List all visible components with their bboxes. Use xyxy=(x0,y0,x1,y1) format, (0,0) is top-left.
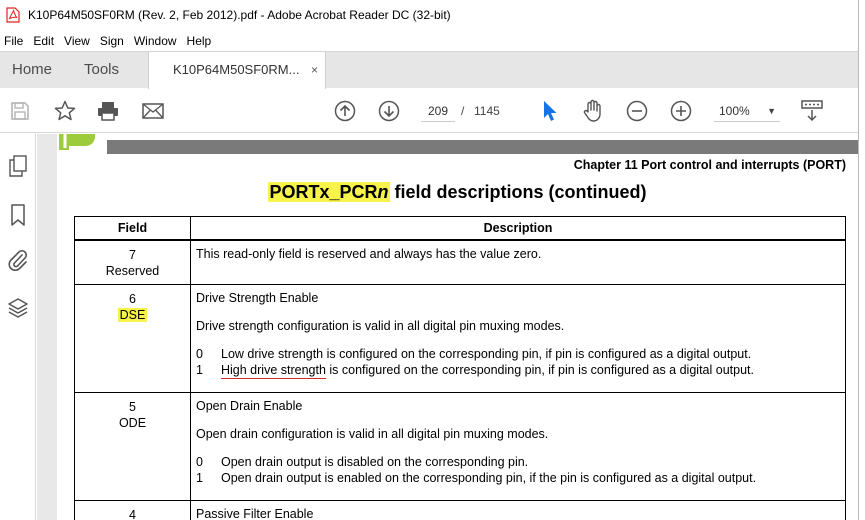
value-line: 0 Low drive strength is configured on th… xyxy=(196,347,752,361)
document-viewer[interactable]: Chapter 11 Port control and interrupts (… xyxy=(37,134,858,520)
tab-document-label: K10P64M50SF0RM... xyxy=(173,62,300,77)
value-line: 1 High drive strength is configured on t… xyxy=(196,363,754,379)
print-icon[interactable] xyxy=(94,97,122,125)
value-line: 0 Open drain output is disabled on the c… xyxy=(196,455,529,469)
attachments-icon[interactable] xyxy=(6,248,30,272)
email-icon[interactable] xyxy=(139,97,167,125)
menu-sign[interactable]: Sign xyxy=(96,34,130,48)
description-cell: Drive Strength Enable Drive strength con… xyxy=(190,284,846,393)
description-cell: Passive Filter Enable xyxy=(190,500,846,520)
menu-help[interactable]: Help xyxy=(183,34,218,48)
tab-document[interactable]: K10P64M50SF0RM... × xyxy=(148,52,326,90)
window-edge xyxy=(858,0,865,520)
read-mode-icon[interactable] xyxy=(798,97,826,125)
field-cell: 7 Reserved xyxy=(74,239,191,285)
previous-page-icon[interactable] xyxy=(331,97,359,125)
menu-window[interactable]: Window xyxy=(130,34,183,48)
title-bar: K10P64M50SF0RM (Rev. 2, Feb 2012).pdf - … xyxy=(0,0,858,30)
value-line: 1 Open drain output is enabled on the co… xyxy=(196,471,757,485)
chevron-down-icon: ▼ xyxy=(767,106,776,116)
tab-bar: Home Tools K10P64M50SF0RM... × xyxy=(0,51,858,90)
table-header-row: Field Description xyxy=(74,216,846,241)
description-cell: Open Drain Enable Open drain configurati… xyxy=(190,392,846,501)
menu-file[interactable]: File xyxy=(0,34,29,48)
window-title: K10P64M50SF0RM (Rev. 2, Feb 2012).pdf - … xyxy=(28,8,451,22)
header-rule xyxy=(107,140,858,154)
table-row: 6 DSE Drive Strength Enable Drive streng… xyxy=(74,284,846,393)
page-separator: / xyxy=(461,104,465,118)
table-title: PORTx_PCRn field descriptions (continued… xyxy=(268,182,647,202)
select-cursor-icon[interactable] xyxy=(536,97,564,125)
page-number-input[interactable]: 209 xyxy=(421,100,455,122)
table-row: 4 Passive Filter Enable xyxy=(74,500,846,520)
pdf-file-icon xyxy=(6,7,20,23)
page-total: 1145 xyxy=(474,104,500,118)
hand-tool-icon[interactable] xyxy=(579,97,607,125)
zoom-out-icon[interactable] xyxy=(623,97,651,125)
zoom-select[interactable]: 100% ▼ xyxy=(714,100,780,122)
column-header-description: Description xyxy=(190,216,846,241)
tab-home[interactable]: Home xyxy=(12,52,52,89)
field-cell: 5 ODE xyxy=(74,392,191,501)
toolbar: 209 / 1145 100% ▼ xyxy=(0,89,858,133)
red-underline-annotation: High drive strength xyxy=(221,363,326,379)
bookmark-star-icon[interactable] xyxy=(51,97,79,125)
pdf-page: Chapter 11 Port control and interrupts (… xyxy=(57,134,858,520)
page-thumbnails-icon[interactable] xyxy=(6,154,30,178)
description-cell: This read-only field is reserved and alw… xyxy=(190,239,846,285)
menu-edit[interactable]: Edit xyxy=(29,34,60,48)
menu-bar: File Edit View Sign Window Help xyxy=(0,31,858,51)
next-page-icon[interactable] xyxy=(375,97,403,125)
navigation-pane xyxy=(0,134,36,520)
highlighted-field-name: DSE xyxy=(117,308,148,322)
zoom-in-icon[interactable] xyxy=(667,97,695,125)
save-icon[interactable] xyxy=(6,97,34,125)
zoom-value: 100% xyxy=(719,104,750,118)
table-row: 7 Reserved This read-only field is reser… xyxy=(74,239,846,285)
menu-view[interactable]: View xyxy=(60,34,96,48)
tab-tools[interactable]: Tools xyxy=(84,52,119,89)
field-descriptions-table: Field Description 7 Reserved This read-o… xyxy=(74,216,846,520)
close-tab-icon[interactable]: × xyxy=(311,52,318,88)
chapter-heading: Chapter 11 Port control and interrupts (… xyxy=(573,158,846,172)
field-cell: 6 DSE xyxy=(74,284,191,393)
layers-icon[interactable] xyxy=(6,296,30,320)
column-header-field: Field xyxy=(74,216,191,241)
bookmarks-icon[interactable] xyxy=(6,203,30,227)
highlighted-register-name: PORTx_PCRn xyxy=(268,182,390,202)
page-corner-graphic xyxy=(59,134,95,150)
table-row: 5 ODE Open Drain Enable Open drain confi… xyxy=(74,392,846,501)
field-cell: 4 xyxy=(74,500,191,520)
